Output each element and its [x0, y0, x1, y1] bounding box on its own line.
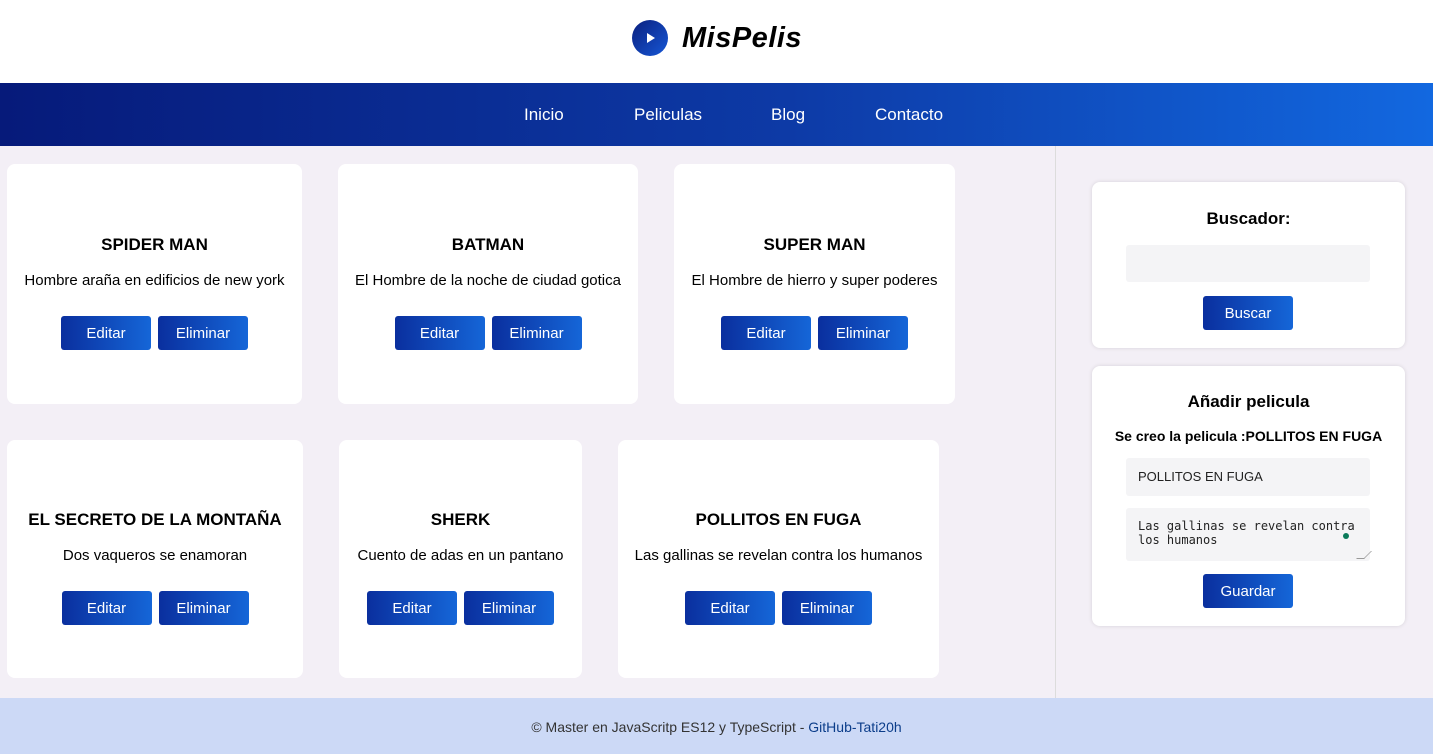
delete-button[interactable]: Eliminar	[818, 316, 908, 350]
movie-card: BATMAN El Hombre de la noche de ciudad g…	[338, 164, 638, 404]
movie-description: El Hombre de hierro y super poderes	[691, 272, 938, 289]
edit-button[interactable]: Editar	[394, 316, 485, 350]
nav-item-inicio[interactable]: Inicio	[524, 83, 564, 146]
search-input[interactable]	[1126, 245, 1370, 282]
add-movie-title: Añadir pelicula	[1187, 392, 1310, 411]
delete-button[interactable]: Eliminar	[782, 591, 872, 625]
movie-title: SPIDER MAN	[101, 235, 208, 254]
edit-button[interactable]: Editar	[721, 316, 811, 350]
search-panel: Buscador: Buscar	[1092, 182, 1405, 348]
edit-button[interactable]: Editar	[367, 591, 457, 625]
movie-description: Dos vaqueros se enamoran	[62, 547, 248, 564]
footer: © Master en JavaScritp ES12 y TypeScript…	[0, 698, 1433, 754]
save-button[interactable]: Guardar	[1203, 574, 1293, 608]
movie-title: POLLITOS EN FUGA	[695, 510, 862, 529]
movie-description-text: Las gallinas se revelan contra los human…	[1138, 519, 1362, 547]
edit-button[interactable]: Editar	[685, 591, 775, 625]
sidebar: Buscador: Buscar Añadir pelicula Se creo…	[1055, 146, 1433, 698]
movie-title: BATMAN	[451, 235, 525, 254]
header: MisPelis	[0, 0, 1433, 83]
main-nav: Inicio Peliculas Blog Contacto	[0, 83, 1433, 146]
footer-text: © Master en JavaScritp ES12 y TypeScript…	[531, 719, 809, 735]
movie-title: EL SECRETO DE LA MONTAÑA	[28, 510, 282, 529]
delete-button[interactable]: Eliminar	[158, 316, 248, 350]
cursor-dot-icon	[1343, 533, 1349, 539]
edit-button[interactable]: Editar	[61, 316, 151, 350]
movie-description: El Hombre de la noche de ciudad gotica	[354, 272, 621, 289]
add-movie-panel: Añadir pelicula Se creo la pelicula :POL…	[1092, 366, 1405, 626]
status-message: Se creo la pelicula :POLLITOS EN FUGA	[1114, 428, 1383, 444]
delete-button[interactable]: Eliminar	[491, 316, 582, 350]
search-button[interactable]: Buscar	[1203, 296, 1293, 330]
movie-card: SHERK Cuento de adas en un pantano Edita…	[339, 440, 582, 678]
nav-item-contacto[interactable]: Contacto	[875, 83, 943, 146]
movie-description: Cuento de adas en un pantano	[357, 547, 564, 564]
movie-title: SUPER MAN	[763, 235, 866, 254]
movie-title-input[interactable]: POLLITOS EN FUGA	[1126, 458, 1370, 496]
logo-text: MisPelis	[682, 21, 803, 54]
github-link[interactable]: GitHub-Tati20h	[808, 719, 901, 735]
nav-item-peliculas[interactable]: Peliculas	[634, 83, 702, 146]
movie-description-textarea[interactable]: Las gallinas se revelan contra los human…	[1126, 508, 1372, 561]
movie-description: Las gallinas se revelan contra los human…	[634, 547, 923, 564]
search-title: Buscador:	[1206, 209, 1291, 228]
movie-card: EL SECRETO DE LA MONTAÑA Dos vaqueros se…	[7, 440, 303, 678]
edit-button[interactable]: Editar	[61, 591, 152, 625]
play-icon	[632, 20, 668, 56]
movie-list: SPIDER MAN Hombre araña en edificios de …	[0, 146, 1055, 698]
nav-item-blog[interactable]: Blog	[771, 83, 805, 146]
movie-card: SPIDER MAN Hombre araña en edificios de …	[7, 164, 302, 404]
delete-button[interactable]: Eliminar	[464, 591, 554, 625]
movie-card: SUPER MAN El Hombre de hierro y super po…	[674, 164, 955, 404]
delete-button[interactable]: Eliminar	[158, 591, 249, 625]
movie-card: POLLITOS EN FUGA Las gallinas se revelan…	[618, 440, 939, 678]
logo[interactable]: MisPelis	[632, 20, 802, 56]
movie-title: SHERK	[430, 510, 491, 529]
movie-description: Hombre araña en edificios de new york	[24, 272, 285, 289]
